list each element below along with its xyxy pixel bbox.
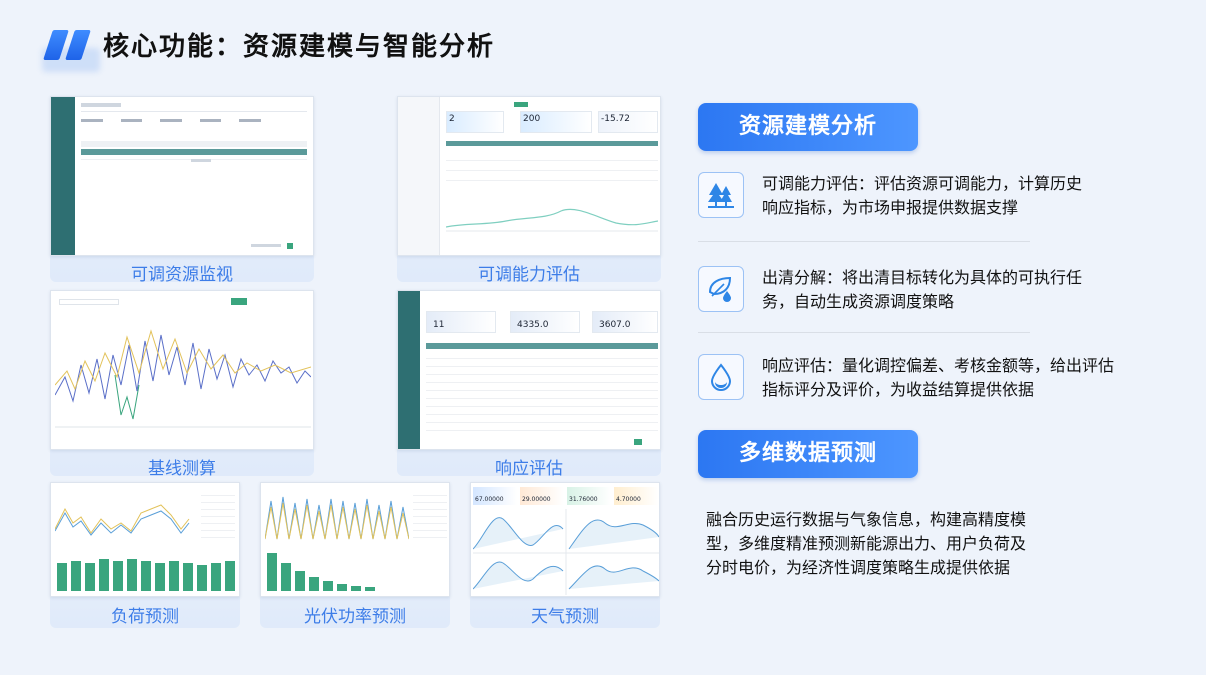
divider bbox=[698, 332, 1030, 333]
capacity-card: 200 bbox=[520, 111, 592, 133]
screenshot-resource-monitor: 可调资源监视 bbox=[50, 96, 314, 285]
response-card: 3607.0 bbox=[592, 311, 658, 333]
weather-card: 67.00000 bbox=[473, 487, 517, 505]
load-line-chart bbox=[55, 504, 190, 536]
divider bbox=[698, 241, 1030, 242]
section-multidim-forecast-label: 多维数据预测 bbox=[698, 430, 918, 478]
leaf-drop-icon bbox=[698, 266, 744, 312]
feature-clearing-decomposition: 出清分解：将出清目标转化为具体的可执行任务，自动生成资源调度策略 bbox=[698, 266, 1128, 322]
screenshot-baseline: 基线测算 bbox=[50, 290, 314, 479]
weather-card: 4.70000 bbox=[614, 487, 658, 505]
screenshot-capacity-assessment: 2 200 -15.72 可调能力评估 bbox=[397, 96, 661, 285]
weather-charts bbox=[473, 509, 659, 595]
feature-text: 响应评估：量化调控偏差、考核金额等，给出评估指标评分及评价，为收益结算提供依据 bbox=[762, 356, 1115, 399]
weather-card: 29.00000 bbox=[520, 487, 564, 505]
load-bar-chart bbox=[57, 559, 235, 591]
caption: 响应评估 bbox=[495, 459, 563, 479]
caption: 光伏功率预测 bbox=[304, 607, 406, 627]
forecast-description: 融合历史运行数据与气象信息，构建高精度模型，多维度精准预测新能源出力、用户负荷及… bbox=[706, 510, 1027, 577]
caption: 天气预测 bbox=[531, 607, 599, 627]
title-logo-icon bbox=[42, 26, 102, 72]
caption: 负荷预测 bbox=[111, 607, 179, 627]
baseline-chart bbox=[55, 329, 311, 428]
capacity-card: 2 bbox=[446, 111, 504, 133]
pv-line-chart bbox=[265, 496, 409, 540]
capacity-card: -15.72 bbox=[598, 111, 658, 133]
screenshot-weather-forecast: 67.00000 29.00000 31.76000 4.70000 天气预测 bbox=[470, 482, 660, 628]
screenshot-load-forecast: 负荷预测 bbox=[50, 482, 240, 628]
screenshot-pv-forecast: 光伏功率预测 bbox=[260, 482, 450, 628]
feature-text: 出清分解：将出清目标转化为具体的可执行任务，自动生成资源调度策略 bbox=[762, 268, 1083, 311]
caption: 基线测算 bbox=[148, 459, 216, 479]
section-resource-modeling-label: 资源建模分析 bbox=[698, 103, 918, 151]
weather-card: 31.76000 bbox=[567, 487, 611, 505]
pv-bar-chart bbox=[267, 553, 375, 591]
caption: 可调资源监视 bbox=[131, 265, 233, 285]
tree-icon bbox=[698, 172, 744, 218]
capacity-chart bbox=[446, 208, 658, 232]
feature-capacity-assessment: 可调能力评估：评估资源可调能力，计算历史响应指标，为市场申报提供数据支撑 bbox=[698, 172, 1128, 228]
feature-text: 可调能力评估：评估资源可调能力，计算历史响应指标，为市场申报提供数据支撑 bbox=[762, 174, 1083, 217]
screenshot-response-assessment: 11 4335.0 3607.0 响应评估 bbox=[397, 290, 661, 479]
water-drop-icon bbox=[698, 354, 744, 400]
feature-response-assessment: 响应评估：量化调控偏差、考核金额等，给出评估指标评分及评价，为收益结算提供依据 bbox=[698, 354, 1128, 410]
caption: 可调能力评估 bbox=[478, 265, 580, 285]
page-title: 核心功能：资源建模与智能分析 bbox=[103, 32, 496, 62]
response-card: 11 bbox=[426, 311, 496, 333]
response-card: 4335.0 bbox=[510, 311, 580, 333]
